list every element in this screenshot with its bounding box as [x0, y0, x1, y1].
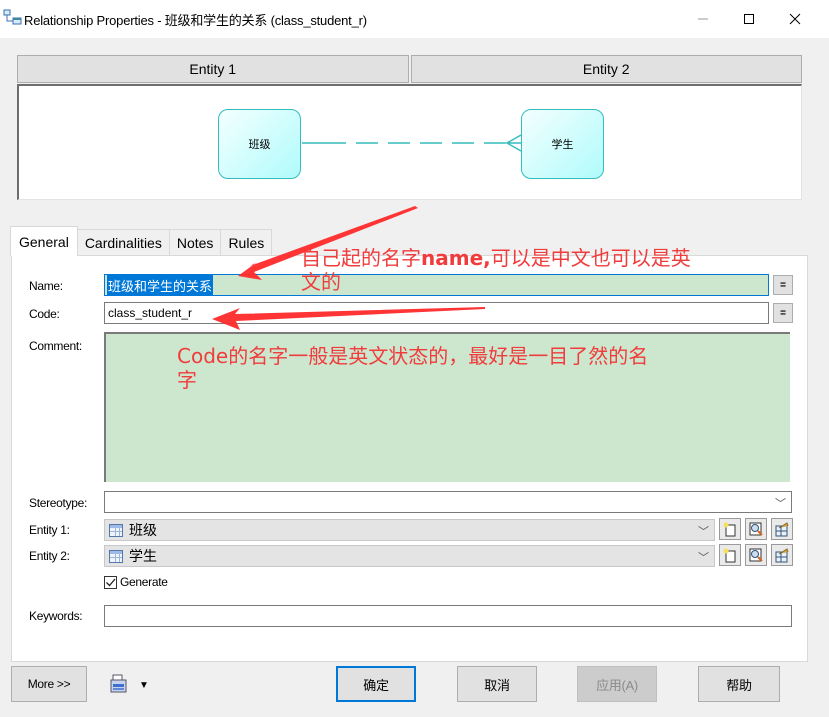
- annotation-bold-text: Code: [177, 344, 229, 368]
- stereotype-label: Stereotype:: [29, 496, 88, 510]
- keywords-label: Keywords:: [29, 609, 83, 623]
- chevron-down-icon[interactable]: ﹀: [698, 523, 709, 539]
- minimize-icon: [698, 18, 708, 20]
- annotation-text: 自己起的名字: [301, 246, 421, 270]
- entity1-value: 班级: [129, 522, 157, 538]
- window-title: Relationship Properties - 班级和学生的关系 (clas…: [24, 13, 367, 28]
- code-label: Code:: [29, 307, 60, 321]
- cancel-button[interactable]: 取消: [457, 666, 537, 702]
- annotation-bold-text: name,: [421, 246, 491, 270]
- magnifier-icon: [749, 548, 763, 562]
- name-value: 班级和学生的关系: [107, 274, 214, 296]
- close-button[interactable]: [772, 0, 818, 38]
- name-annotation: 自己起的名字name,可以是中文也可以是英 文的: [301, 246, 691, 294]
- annotation-text: 可以是中文也可以是英: [490, 246, 691, 270]
- relationship-line: [302, 134, 522, 152]
- annotation-text: 的名字一般是英文状态的，最好是一目了然的名: [228, 344, 649, 368]
- entity1-label: Entity 1:: [29, 523, 70, 537]
- checkmark-icon: [106, 578, 116, 586]
- relationship-preview: 班级 学生: [17, 84, 802, 200]
- stereotype-combo[interactable]: ﹀: [104, 491, 792, 513]
- dialog-body: Entity 1 Entity 2 班级 学生 General Cardinal…: [0, 38, 829, 717]
- entity-header: Entity 1 Entity 2: [17, 55, 802, 83]
- code-value: class_student_r: [108, 306, 193, 320]
- entity1-header: Entity 1: [17, 55, 409, 83]
- ok-button[interactable]: 确定: [336, 666, 416, 702]
- more-button[interactable]: More >>: [11, 666, 87, 702]
- find-entity1-button[interactable]: [745, 518, 767, 540]
- tab-general[interactable]: General: [10, 226, 78, 256]
- tab-cardinalities[interactable]: Cardinalities: [76, 229, 170, 256]
- new-icon: [723, 548, 736, 562]
- new-entity1-button[interactable]: [719, 518, 741, 540]
- chevron-down-icon[interactable]: ﹀: [698, 549, 709, 565]
- name-label: Name:: [29, 279, 63, 293]
- entity2-combo[interactable]: 学生 ﹀: [104, 545, 715, 567]
- annotation-text: 字: [177, 368, 197, 392]
- find-entity2-button[interactable]: [745, 544, 767, 566]
- entity-box-2[interactable]: 学生: [521, 109, 604, 179]
- maximize-icon: [744, 14, 754, 24]
- properties-entity2-button[interactable]: [771, 544, 793, 566]
- code-annotation: Code的名字一般是英文状态的，最好是一目了然的名 字: [177, 344, 648, 392]
- tab-bar: General Cardinalities Notes Rules: [10, 226, 273, 256]
- entity1-combo[interactable]: 班级 ﹀: [104, 519, 715, 541]
- entity-table-icon: [109, 549, 123, 563]
- tab-rules[interactable]: Rules: [220, 229, 273, 256]
- minimize-button[interactable]: [680, 0, 726, 38]
- properties-icon: [775, 547, 789, 562]
- apply-button[interactable]: 应用(A): [577, 666, 657, 702]
- entity-box-1[interactable]: 班级: [218, 109, 301, 179]
- general-tab-page: Name: 班级和学生的关系 = Code: class_student_r =…: [11, 255, 808, 662]
- name-equals-button[interactable]: =: [773, 275, 793, 295]
- code-input[interactable]: class_student_r: [104, 302, 769, 324]
- checkbox[interactable]: [104, 575, 117, 589]
- comment-label: Comment:: [29, 339, 82, 353]
- new-entity2-button[interactable]: [719, 544, 741, 566]
- chevron-down-icon[interactable]: ﹀: [775, 495, 786, 511]
- magnifier-icon: [749, 522, 763, 536]
- maximize-button[interactable]: [726, 0, 772, 38]
- close-icon: [789, 13, 801, 25]
- keywords-input[interactable]: [104, 605, 792, 627]
- generate-label: Generate: [120, 575, 168, 589]
- new-icon: [723, 522, 736, 536]
- properties-icon: [775, 521, 789, 536]
- annotation-text: 文的: [301, 270, 341, 294]
- code-equals-button[interactable]: =: [773, 303, 793, 323]
- entity2-value: 学生: [129, 548, 157, 564]
- print-icon[interactable]: [110, 674, 128, 694]
- dropdown-arrow-icon[interactable]: ▼: [139, 680, 149, 691]
- entity-table-icon: [109, 523, 123, 537]
- properties-entity1-button[interactable]: [771, 518, 793, 540]
- help-button[interactable]: 帮助: [698, 666, 780, 702]
- title-bar: Relationship Properties - 班级和学生的关系 (clas…: [0, 0, 829, 38]
- entity2-label: Entity 2:: [29, 549, 70, 563]
- relationship-icon: [3, 9, 22, 25]
- tab-notes[interactable]: Notes: [168, 229, 222, 256]
- generate-checkbox[interactable]: Generate: [104, 575, 168, 589]
- entity2-header: Entity 2: [410, 55, 802, 83]
